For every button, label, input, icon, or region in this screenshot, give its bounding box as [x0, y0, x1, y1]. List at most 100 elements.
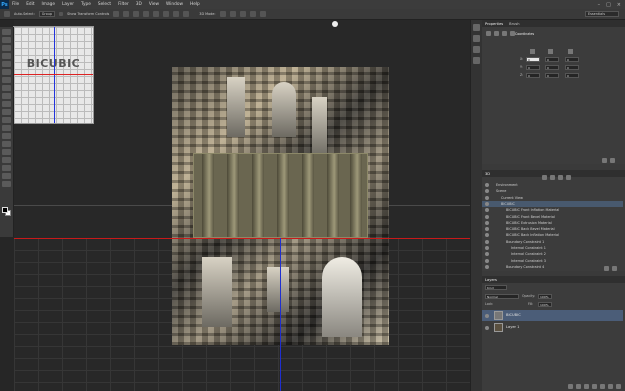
visibility-eye-icon[interactable]: [485, 252, 489, 257]
move-tool-icon[interactable]: [2, 29, 11, 35]
show-transform-checkbox[interactable]: [59, 12, 64, 16]
scene-item[interactable]: Current View: [482, 195, 623, 201]
align-top-icon[interactable]: [113, 11, 120, 17]
history-panel-icon[interactable]: [473, 24, 480, 31]
whole-scene-icon[interactable]: [542, 175, 547, 180]
menu-image[interactable]: Image: [42, 2, 55, 7]
scale-3d-icon[interactable]: [259, 11, 266, 17]
scene-item[interactable]: BICUBIC Front Inflation Material: [482, 207, 623, 213]
align-center-icon[interactable]: [153, 11, 160, 17]
info-panel-icon[interactable]: [473, 46, 480, 53]
scene-item[interactable]: BICUBIC Back Bevel Material: [482, 226, 623, 232]
x-position-field[interactable]: 0: [526, 57, 540, 62]
eyedropper-tool-icon[interactable]: [2, 69, 11, 75]
delete-icon[interactable]: [610, 158, 615, 163]
foreground-color-swatch[interactable]: [2, 207, 8, 213]
tab-layers[interactable]: Layers: [485, 278, 497, 282]
maximize-icon[interactable]: □: [606, 2, 611, 8]
minimize-icon[interactable]: –: [598, 2, 601, 8]
link-layers-icon[interactable]: [568, 384, 573, 389]
x-rotation-field[interactable]: 0: [545, 57, 559, 62]
type-tool-icon[interactable]: [2, 149, 11, 155]
marquee-tool-icon[interactable]: [2, 37, 11, 43]
trash-icon[interactable]: [616, 384, 621, 389]
healing-tool-icon[interactable]: [2, 77, 11, 83]
scene-item[interactable]: Boundary Constraint 1: [482, 239, 623, 245]
visibility-eye-icon[interactable]: [485, 264, 489, 269]
y-position-field[interactable]: 0: [526, 65, 540, 70]
auto-select-dropdown[interactable]: Group: [38, 11, 56, 17]
layer-kind-filter[interactable]: Kind: [485, 285, 507, 290]
shape-tool-icon[interactable]: [2, 165, 11, 171]
dodge-tool-icon[interactable]: [2, 133, 11, 139]
menu-type[interactable]: Type: [81, 2, 91, 7]
visibility-eye-icon[interactable]: [485, 246, 489, 250]
materials-icon[interactable]: [558, 175, 563, 180]
align-bottom-icon[interactable]: [133, 11, 140, 17]
align-middle-icon[interactable]: [123, 11, 130, 17]
add-mask-icon[interactable]: [584, 384, 589, 389]
zoom-tool-icon[interactable]: [2, 181, 11, 187]
visibility-eye-icon[interactable]: [485, 214, 489, 219]
adjustment-layer-icon[interactable]: [592, 384, 597, 389]
path-selection-tool-icon[interactable]: [2, 157, 11, 163]
add-light-icon[interactable]: [604, 266, 609, 271]
scene-item[interactable]: BICUBIC: [482, 200, 623, 207]
menu-view[interactable]: View: [149, 2, 159, 7]
brush-tool-icon[interactable]: [2, 85, 11, 91]
bicubic-preview-thumbnail[interactable]: BICUBIC: [13, 26, 94, 124]
slide-3d-icon[interactable]: [249, 11, 256, 17]
menu-3d[interactable]: 3D: [136, 2, 142, 7]
scene-item[interactable]: Scene: [482, 188, 623, 194]
move-tool-icon[interactable]: [4, 11, 10, 17]
tab-brush[interactable]: Brush: [509, 22, 519, 26]
visibility-eye-icon[interactable]: [485, 239, 489, 244]
delete-item-icon[interactable]: [612, 266, 617, 271]
distribute-icon[interactable]: [173, 11, 180, 17]
menu-filter[interactable]: Filter: [118, 2, 129, 7]
scene-item[interactable]: Internal Constraint 2: [482, 251, 623, 257]
clone-stamp-tool-icon[interactable]: [2, 93, 11, 99]
crop-tool-icon[interactable]: [2, 61, 11, 67]
layer-row-bicubic[interactable]: BICUBIC: [482, 310, 623, 321]
hand-tool-icon[interactable]: [2, 173, 11, 179]
visibility-eye-icon[interactable]: [485, 201, 489, 206]
reset-icon[interactable]: [602, 158, 607, 163]
roll-3d-icon[interactable]: [229, 11, 236, 17]
menu-file[interactable]: File: [12, 2, 19, 7]
mesh-icon[interactable]: [486, 31, 491, 36]
menu-layer[interactable]: Layer: [62, 2, 74, 7]
scene-item[interactable]: Internal Constraint 1: [482, 245, 623, 251]
pen-tool-icon[interactable]: [2, 141, 11, 147]
visibility-eye-icon[interactable]: [485, 220, 489, 225]
menu-edit[interactable]: Edit: [26, 2, 34, 7]
zoom-icon[interactable]: [332, 21, 338, 27]
new-group-icon[interactable]: [600, 384, 605, 389]
lasso-tool-icon[interactable]: [2, 45, 11, 51]
visibility-eye-icon[interactable]: [485, 227, 489, 232]
cap-icon[interactable]: [502, 31, 507, 36]
menu-window[interactable]: Window: [166, 2, 183, 7]
z-position-field[interactable]: 0: [526, 73, 540, 78]
visibility-eye-icon[interactable]: [485, 208, 489, 213]
y-rotation-field[interactable]: 0: [545, 65, 559, 70]
visibility-eye-icon[interactable]: [485, 189, 489, 194]
visibility-eye-icon[interactable]: [485, 195, 489, 200]
distribute-horizontal-icon[interactable]: [183, 11, 190, 17]
visibility-eye-icon[interactable]: [485, 258, 489, 263]
fill-field[interactable]: 100%: [538, 302, 552, 307]
scene-item[interactable]: BICUBIC Front Bevel Material: [482, 214, 623, 220]
visibility-eye-icon[interactable]: [485, 233, 489, 238]
opacity-field[interactable]: 100%: [538, 294, 552, 299]
meshes-icon[interactable]: [550, 175, 555, 180]
scene-item[interactable]: BICUBIC Extrusion Material: [482, 220, 623, 226]
scene-item[interactable]: Internal Constraint 3: [482, 258, 623, 264]
visibility-eye-icon[interactable]: [485, 314, 489, 318]
3d-text-object[interactable]: [193, 153, 368, 238]
new-layer-icon[interactable]: [608, 384, 613, 389]
blend-mode-dropdown[interactable]: Normal: [485, 294, 519, 299]
menu-help[interactable]: Help: [190, 2, 200, 7]
blur-tool-icon[interactable]: [2, 125, 11, 131]
z-rotation-field[interactable]: 0: [545, 73, 559, 78]
visibility-eye-icon[interactable]: [485, 183, 489, 187]
